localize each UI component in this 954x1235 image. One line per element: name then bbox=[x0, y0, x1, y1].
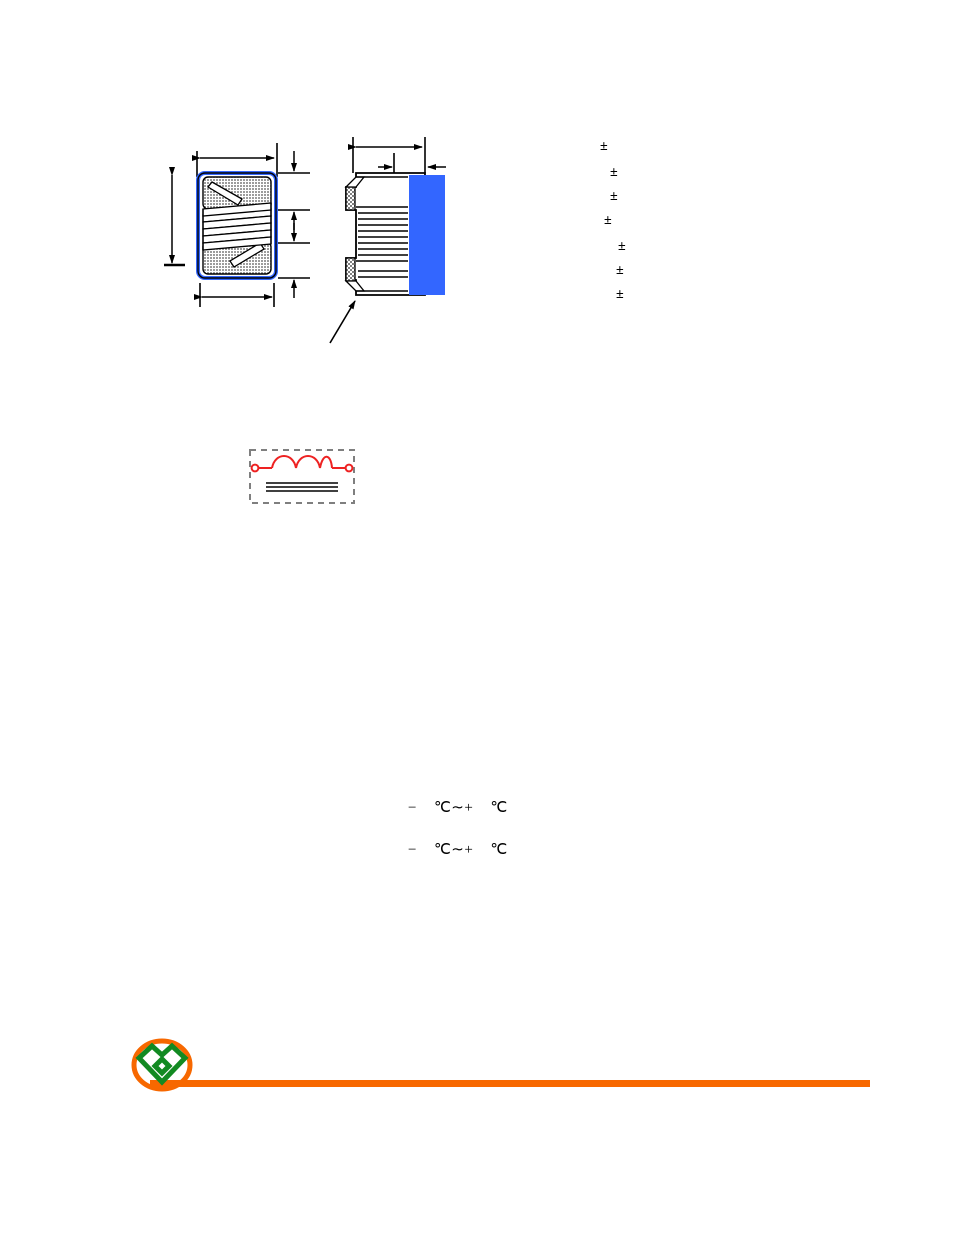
tolerance-row: ± bbox=[616, 263, 624, 278]
storage-temperature-range: − ℃∼+ ℃ bbox=[408, 842, 508, 858]
schematic-core-lines bbox=[266, 482, 338, 492]
company-logo-svg bbox=[131, 1038, 193, 1092]
tolerance-row: ± bbox=[600, 139, 608, 154]
schematic-terminal-left bbox=[250, 463, 260, 473]
tolerance-row: ± bbox=[610, 165, 618, 180]
footer-divider-rule bbox=[150, 1080, 870, 1087]
tolerance-row: ± bbox=[604, 213, 612, 228]
outline-drawing-svg bbox=[164, 137, 446, 344]
tolerance-row: ± bbox=[618, 239, 626, 254]
inductor-coil-symbol bbox=[271, 455, 333, 469]
winding-coil bbox=[202, 202, 272, 251]
tolerance-row: ± bbox=[616, 287, 624, 302]
tolerance-row: ± bbox=[610, 189, 618, 204]
equivalent-circuit-schematic bbox=[246, 446, 358, 508]
operating-temperature-range: − ℃∼+ ℃ bbox=[408, 800, 508, 816]
logo-green-mark bbox=[135, 1042, 189, 1086]
datasheet-page: ± ± ± ± ± ± ± − ℃∼+ ℃ − ℃∼+ ℃ bbox=[0, 0, 954, 1235]
outline-drawing-group bbox=[150, 125, 480, 375]
schematic-svg bbox=[249, 449, 355, 504]
schematic-terminal-right bbox=[344, 463, 354, 473]
terminal-leader-arrow bbox=[329, 300, 356, 344]
side-terminal-block-blue bbox=[409, 175, 445, 295]
company-logo bbox=[131, 1038, 193, 1094]
